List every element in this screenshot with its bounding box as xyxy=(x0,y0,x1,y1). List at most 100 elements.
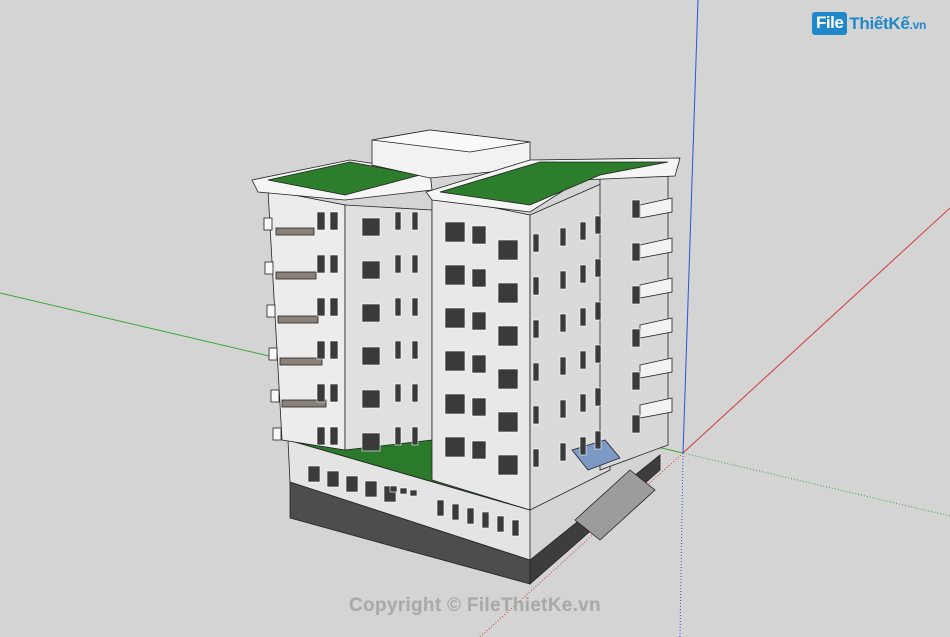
site-logo: File ThiếtKế.vn xyxy=(812,12,926,35)
window xyxy=(329,211,339,231)
window xyxy=(497,411,519,433)
window xyxy=(329,383,339,403)
window xyxy=(394,340,402,360)
window xyxy=(364,480,378,498)
window xyxy=(361,217,381,237)
window xyxy=(345,475,359,493)
window xyxy=(594,301,602,321)
window xyxy=(559,227,567,247)
window xyxy=(532,405,540,425)
building-model[interactable] xyxy=(251,129,681,585)
window xyxy=(316,383,326,403)
window xyxy=(444,393,466,415)
window xyxy=(631,371,641,391)
model-scene[interactable] xyxy=(0,0,950,637)
window xyxy=(394,297,402,317)
window xyxy=(444,221,466,243)
window xyxy=(631,199,641,219)
window xyxy=(559,313,567,333)
window xyxy=(594,258,602,278)
window xyxy=(532,276,540,296)
window xyxy=(594,387,602,407)
window xyxy=(594,215,602,235)
green-axis-dotted xyxy=(682,452,950,517)
window xyxy=(436,499,445,517)
window xyxy=(316,426,326,446)
window xyxy=(361,346,381,366)
logo-suffix: .vn xyxy=(909,17,927,32)
left-wing-side xyxy=(344,204,433,451)
window xyxy=(361,432,381,452)
window xyxy=(631,328,641,348)
window xyxy=(394,426,402,446)
window xyxy=(559,270,567,290)
window xyxy=(481,511,490,529)
window xyxy=(471,354,487,374)
window xyxy=(399,487,408,495)
window xyxy=(307,465,321,483)
window xyxy=(497,454,519,476)
window xyxy=(579,264,587,284)
window xyxy=(579,393,587,413)
window xyxy=(329,254,339,274)
window xyxy=(326,470,340,488)
window xyxy=(497,368,519,390)
window xyxy=(631,285,641,305)
window xyxy=(496,515,505,533)
window xyxy=(361,389,381,409)
window xyxy=(444,307,466,329)
window xyxy=(471,225,487,245)
window xyxy=(497,239,519,261)
window xyxy=(444,264,466,286)
window xyxy=(411,211,419,231)
window xyxy=(579,221,587,241)
window xyxy=(532,233,540,253)
window xyxy=(451,503,460,521)
window xyxy=(579,307,587,327)
window xyxy=(329,426,339,446)
window xyxy=(411,383,419,403)
window xyxy=(316,254,326,274)
window xyxy=(361,303,381,323)
window xyxy=(394,383,402,403)
window xyxy=(316,340,326,360)
window xyxy=(411,254,419,274)
sketchup-viewport[interactable]: File ThiếtKế.vn Copyright © FileThietKe.… xyxy=(0,0,950,637)
window xyxy=(411,297,419,317)
window xyxy=(411,426,419,446)
copyright-watermark: Copyright © FileThietKe.vn xyxy=(349,595,601,616)
window xyxy=(497,282,519,304)
logo-name: ThiếtKế xyxy=(849,13,910,33)
window xyxy=(594,344,602,364)
window xyxy=(361,260,381,280)
window xyxy=(389,485,398,493)
window xyxy=(394,211,402,231)
window xyxy=(631,414,641,434)
window xyxy=(559,442,567,462)
window xyxy=(316,211,326,231)
window xyxy=(471,268,487,288)
logo-box: File xyxy=(812,12,848,35)
window xyxy=(559,399,567,419)
window xyxy=(329,340,339,360)
window xyxy=(594,430,602,450)
window xyxy=(559,356,567,376)
window xyxy=(579,350,587,370)
window xyxy=(329,297,339,317)
window xyxy=(511,519,520,537)
window xyxy=(532,362,540,382)
window xyxy=(409,489,418,497)
window xyxy=(497,325,519,347)
red-axis xyxy=(682,207,950,454)
window xyxy=(631,242,641,262)
window xyxy=(471,397,487,417)
window xyxy=(532,448,540,468)
window xyxy=(466,507,475,525)
window xyxy=(471,440,487,460)
window xyxy=(532,319,540,339)
window xyxy=(411,340,419,360)
window xyxy=(444,350,466,372)
window xyxy=(444,436,466,458)
window xyxy=(394,254,402,274)
logo-text: ThiếtKế.vn xyxy=(849,14,926,34)
